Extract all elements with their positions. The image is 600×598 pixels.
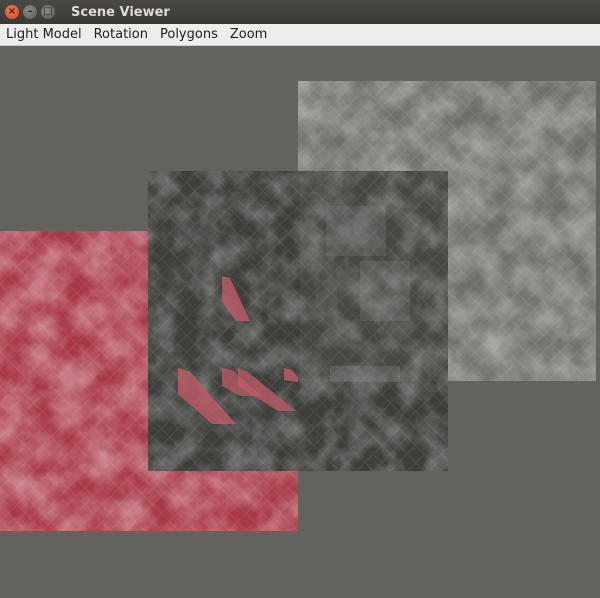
dark-textured-polygon-front (148, 171, 448, 471)
maximize-button[interactable]: □ (41, 5, 55, 19)
menu-zoom[interactable]: Zoom (224, 27, 273, 42)
intersection-artifact (330, 366, 400, 382)
close-button[interactable]: × (5, 5, 19, 19)
scene-viewer-window: × – □ Scene Viewer Light Model Rotation … (0, 0, 600, 598)
scene-svg (0, 81, 596, 531)
menu-bar: Light Model Rotation Polygons Zoom (0, 24, 600, 46)
scene-canvas[interactable] (0, 46, 600, 598)
maximize-icon: □ (43, 6, 53, 17)
minimize-icon: – (27, 6, 33, 17)
window-title: Scene Viewer (71, 4, 170, 20)
intersection-artifact (360, 261, 410, 321)
title-bar[interactable]: × – □ Scene Viewer (0, 0, 600, 24)
menu-polygons[interactable]: Polygons (154, 27, 224, 42)
menu-rotation[interactable]: Rotation (88, 27, 154, 42)
close-icon: × (7, 6, 17, 17)
menu-light-model[interactable]: Light Model (0, 27, 88, 42)
minimize-button[interactable]: – (23, 5, 37, 19)
intersection-artifact (326, 206, 386, 256)
